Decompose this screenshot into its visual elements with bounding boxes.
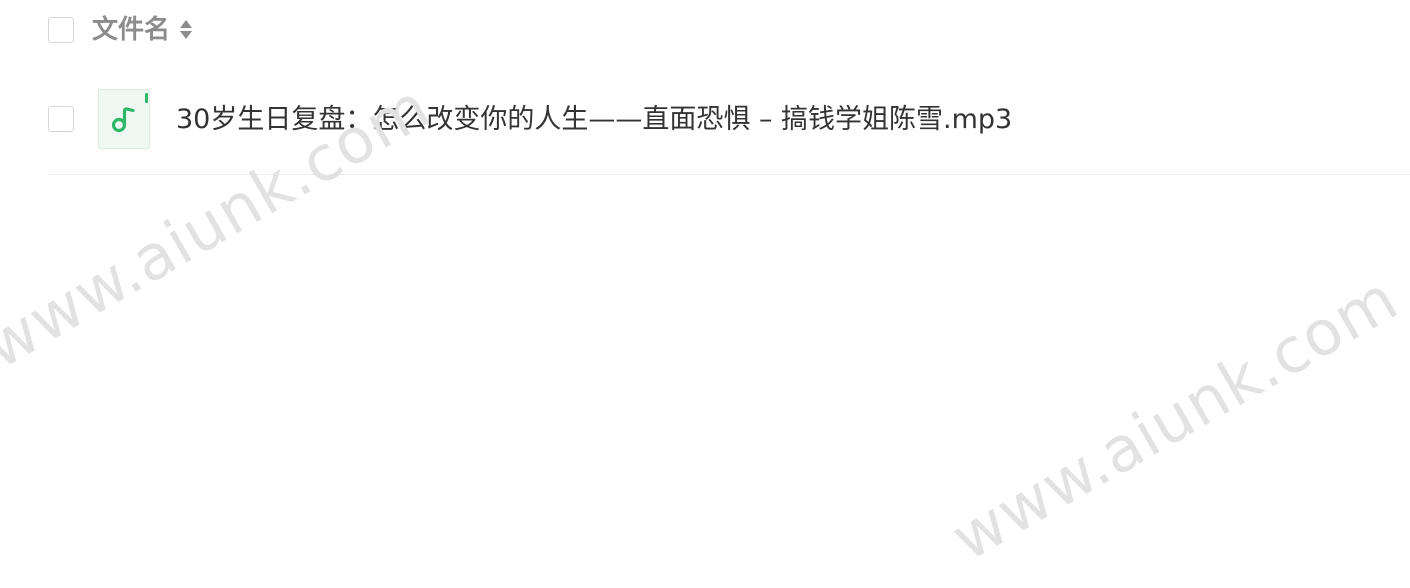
filename-column-label: 文件名 <box>92 15 171 45</box>
audio-file-icon <box>98 89 150 149</box>
music-note-icon <box>111 107 135 133</box>
file-corner-accent <box>145 93 148 103</box>
file-row-checkbox[interactable] <box>48 106 74 132</box>
file-list: 文件名 30岁生日复盘：怎么改变你的人生——直面恐惧 – 搞钱学姐陈雪.mp3 <box>0 0 1410 588</box>
select-all-checkbox[interactable] <box>48 17 74 43</box>
file-row[interactable]: 30岁生日复盘：怎么改变你的人生——直面恐惧 – 搞钱学姐陈雪.mp3 <box>48 76 1410 175</box>
file-list-header: 文件名 <box>48 0 1410 62</box>
file-name-link[interactable]: 30岁生日复盘：怎么改变你的人生——直面恐惧 – 搞钱学姐陈雪.mp3 <box>176 102 1012 138</box>
filename-column-header[interactable]: 文件名 <box>92 13 193 47</box>
sort-icon[interactable] <box>180 19 193 41</box>
sort-down-icon <box>180 31 193 39</box>
sort-up-icon <box>180 20 193 28</box>
